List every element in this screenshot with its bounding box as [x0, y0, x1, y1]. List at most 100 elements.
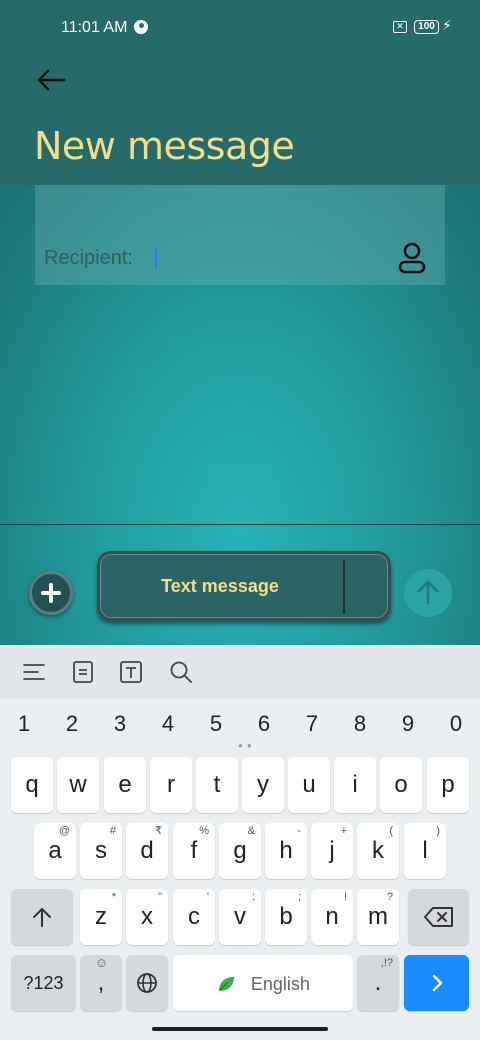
key-h-alt: - — [297, 825, 301, 837]
key-s-alt: # — [109, 825, 116, 837]
compose-area: Recipient: — [0, 185, 480, 645]
key-l-label: l — [422, 837, 428, 864]
key-g-alt: & — [247, 825, 255, 837]
key-x-alt: " — [158, 891, 162, 903]
key-g-label: g — [233, 837, 247, 864]
key-w[interactable]: w — [57, 757, 99, 813]
key-z[interactable]: * z — [80, 889, 122, 945]
comma-label: , — [97, 969, 105, 996]
key-y[interactable]: y — [242, 757, 284, 813]
key-q[interactable]: q — [11, 757, 53, 813]
no-sim-icon: ✕ — [393, 21, 407, 33]
period-alt: ,!? — [380, 957, 393, 969]
key-0[interactable]: 0 — [441, 711, 471, 737]
key-j[interactable]: + j — [311, 823, 353, 879]
attach-button[interactable] — [29, 571, 73, 615]
key-j-alt: + — [340, 825, 347, 837]
key-s[interactable]: # s — [80, 823, 122, 879]
key-5[interactable]: 5 — [201, 711, 231, 737]
key-b-alt: ; — [297, 891, 301, 903]
key-x[interactable]: " x — [126, 889, 168, 945]
key-4[interactable]: 4 — [153, 711, 183, 737]
space-key[interactable]: English — [173, 955, 353, 1011]
chevron-right-icon — [432, 974, 442, 992]
key-f[interactable]: % f — [173, 823, 215, 879]
status-time: 11:01 AM — [61, 19, 128, 36]
app-header: New message — [0, 56, 480, 185]
key-v[interactable]: :v — [219, 889, 261, 945]
backspace-key[interactable] — [408, 889, 469, 945]
keyboard-toolbar — [0, 645, 480, 699]
key-e[interactable]: e — [104, 757, 146, 813]
key-c-alt: ' — [206, 891, 209, 903]
key-3[interactable]: 3 — [105, 711, 135, 737]
menu-lines-icon — [23, 664, 45, 680]
back-button[interactable] — [34, 66, 68, 94]
key-l[interactable]: ) l — [404, 823, 446, 879]
key-1[interactable]: 1 — [9, 711, 39, 737]
key-d[interactable]: ₹ d — [126, 823, 168, 879]
period-key[interactable]: ,!? . — [357, 955, 399, 1011]
charging-icon: ⚡ — [442, 17, 452, 33]
clipboard-icon — [73, 661, 93, 683]
key-a-label: a — [48, 837, 62, 864]
key-h[interactable]: -h — [265, 823, 307, 879]
key-k-label: k — [372, 837, 384, 864]
key-z-alt: * — [111, 891, 116, 903]
key-k-alt: ( — [389, 825, 393, 837]
back-arrow-icon — [37, 69, 66, 91]
recipient-field[interactable]: Recipient: — [35, 185, 445, 285]
key-r[interactable]: r — [150, 757, 192, 813]
key-8[interactable]: 8 — [345, 711, 375, 737]
key-m-label: m — [368, 903, 388, 930]
key-t[interactable]: t — [196, 757, 238, 813]
compose-divider — [0, 524, 480, 525]
key-9[interactable]: 9 — [393, 711, 423, 737]
send-button[interactable] — [404, 569, 452, 617]
menu-tool-button[interactable] — [21, 659, 47, 685]
home-handle[interactable] — [152, 1027, 328, 1031]
language-key[interactable] — [126, 955, 168, 1011]
key-f-alt: % — [199, 825, 209, 837]
message-input[interactable] — [100, 554, 340, 618]
recipient-label: Recipient: — [44, 247, 133, 269]
key-s-label: s — [95, 837, 107, 864]
key-x-label: x — [141, 903, 153, 930]
clipboard-tool-button[interactable] — [70, 659, 96, 685]
key-n[interactable]: ! n — [311, 889, 353, 945]
key-n-label: n — [325, 903, 339, 930]
key-m[interactable]: ? m — [357, 889, 399, 945]
text-caret — [155, 247, 157, 269]
key-u[interactable]: u — [288, 757, 330, 813]
key-b[interactable]: ; b — [265, 889, 307, 945]
message-field[interactable] — [97, 551, 391, 621]
comma-key[interactable]: ☺ , — [80, 955, 122, 1011]
key-a-alt: @ — [58, 825, 70, 837]
key-2[interactable]: 2 — [57, 711, 87, 737]
key-n-alt: ! — [343, 891, 347, 903]
key-k[interactable]: (k — [357, 823, 399, 879]
page-indicator: ●● — [238, 741, 256, 750]
key-g[interactable]: & g — [219, 823, 261, 879]
text-style-tool-button[interactable] — [118, 659, 144, 685]
key-a[interactable]: @ a — [34, 823, 76, 879]
key-p[interactable]: p — [427, 757, 469, 813]
key-l-alt: ) — [436, 825, 440, 837]
search-tool-button[interactable] — [168, 659, 194, 685]
status-bar: 11:01 AM ✕ 100 ⚡ — [0, 0, 480, 56]
enter-key[interactable] — [404, 955, 469, 1011]
key-m-alt: ? — [386, 891, 393, 903]
key-v-label: v — [234, 903, 246, 930]
shift-arrow-icon — [33, 908, 51, 927]
key-b-label: b — [279, 903, 293, 930]
key-6[interactable]: 6 — [249, 711, 279, 737]
key-i[interactable]: i — [334, 757, 376, 813]
recipient-input[interactable] — [153, 247, 383, 269]
symbols-key[interactable]: ?123 — [11, 955, 76, 1011]
shift-key[interactable] — [11, 889, 73, 945]
key-c[interactable]: ' c — [173, 889, 215, 945]
contact-picker-button[interactable] — [397, 241, 427, 275]
person-icon — [398, 242, 426, 274]
key-o[interactable]: o — [380, 757, 422, 813]
key-7[interactable]: 7 — [297, 711, 327, 737]
